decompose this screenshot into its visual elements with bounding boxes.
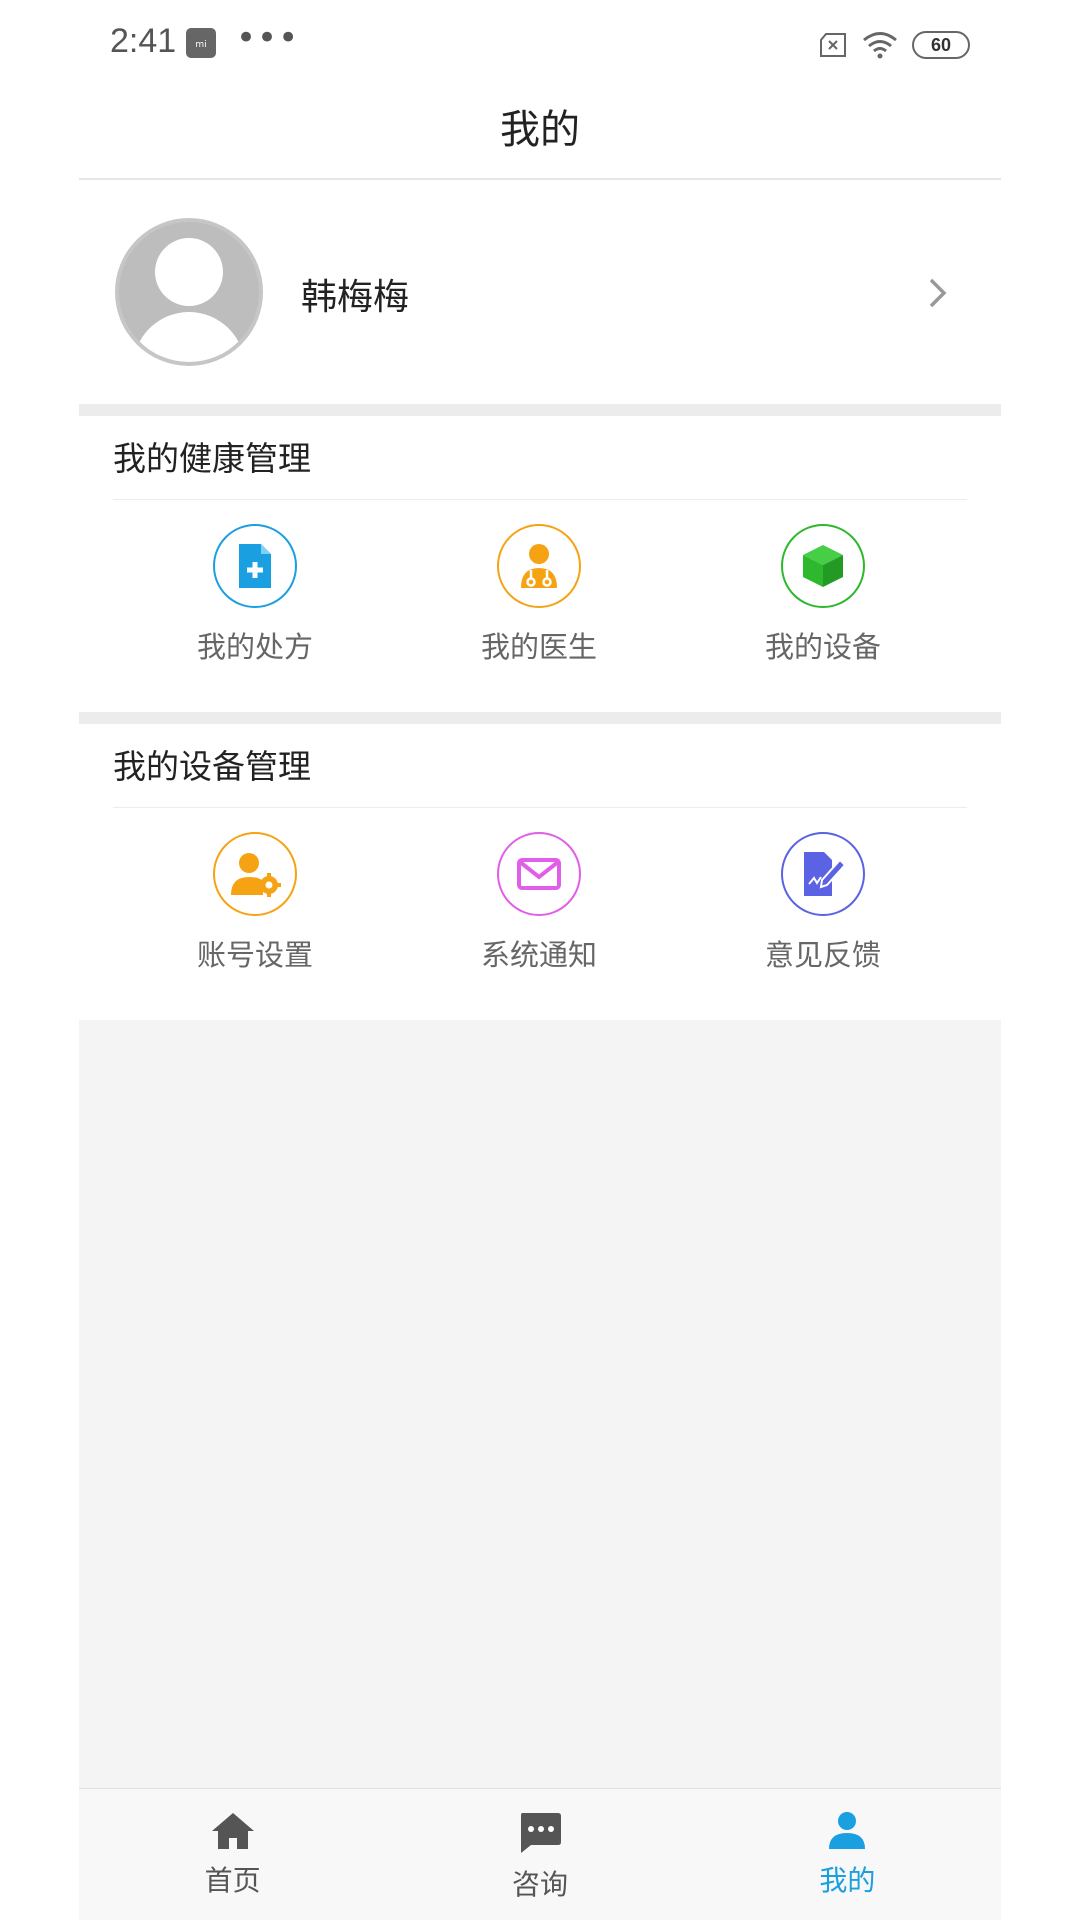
- page-title: 我的: [500, 107, 580, 153]
- account-settings-icon: [213, 832, 297, 916]
- more-notifications-icon: •••: [236, 18, 300, 58]
- device-cube-icon: [781, 524, 865, 608]
- prescription-icon: [213, 524, 297, 608]
- my-doctor-button[interactable]: 我的医生: [397, 524, 681, 712]
- page-header: 我的: [79, 90, 1001, 180]
- wifi-icon: [862, 31, 898, 59]
- my-device-button[interactable]: 我的设备: [681, 524, 965, 712]
- tab-consult[interactable]: 咨询: [386, 1789, 693, 1920]
- account-settings-button[interactable]: 账号设置: [113, 832, 397, 1020]
- profile-name: 韩梅梅: [301, 277, 410, 318]
- profile-card[interactable]: 韩梅梅: [79, 180, 1001, 404]
- health-management-section: 我的健康管理 我的处方 我的医生 我的设备: [79, 416, 1001, 712]
- battery-indicator: 60: [912, 31, 970, 59]
- no-sim-icon: [818, 32, 848, 58]
- grid-label: 我的处方: [196, 630, 313, 664]
- status-bar: 2:41 mi ••• 60: [0, 0, 1080, 90]
- tab-label: 首页: [204, 1864, 261, 1897]
- feedback-icon: [781, 832, 865, 916]
- tab-label: 我的: [819, 1864, 876, 1897]
- chat-icon: [386, 1811, 693, 1855]
- app-screen: 我的 韩梅梅 我的健康管理 我的处方 我的医生 我的设备 我的设备管理 账号设置…: [79, 90, 1001, 1920]
- mail-icon: [497, 832, 581, 916]
- grid-label: 我的设备: [764, 630, 881, 664]
- avatar: [115, 218, 263, 366]
- mi-store-icon: mi: [186, 28, 216, 58]
- tab-label: 咨询: [511, 1868, 568, 1901]
- tab-home[interactable]: 首页: [79, 1789, 386, 1920]
- doctor-icon: [497, 524, 581, 608]
- section-divider: [79, 712, 1001, 724]
- feedback-button[interactable]: 意见反馈: [681, 832, 965, 1020]
- section-title: 我的健康管理: [113, 416, 967, 500]
- home-icon: [79, 1811, 386, 1851]
- section-divider: [79, 404, 1001, 416]
- grid-label: 系统通知: [480, 938, 597, 972]
- device-management-section: 我的设备管理 账号设置 系统通知 意见反馈: [79, 724, 1001, 1020]
- my-prescription-button[interactable]: 我的处方: [113, 524, 397, 712]
- status-time: 2:41: [110, 22, 177, 60]
- chevron-right-icon: [927, 276, 949, 314]
- grid-label: 账号设置: [196, 938, 313, 972]
- section-title: 我的设备管理: [113, 724, 967, 808]
- tab-mine[interactable]: 我的: [694, 1789, 1001, 1920]
- person-icon: [694, 1811, 1001, 1851]
- grid-label: 我的医生: [480, 630, 597, 664]
- grid-label: 意见反馈: [764, 938, 881, 972]
- system-notification-button[interactable]: 系统通知: [397, 832, 681, 1020]
- bottom-tab-bar: 首页 咨询 我的: [79, 1788, 1001, 1920]
